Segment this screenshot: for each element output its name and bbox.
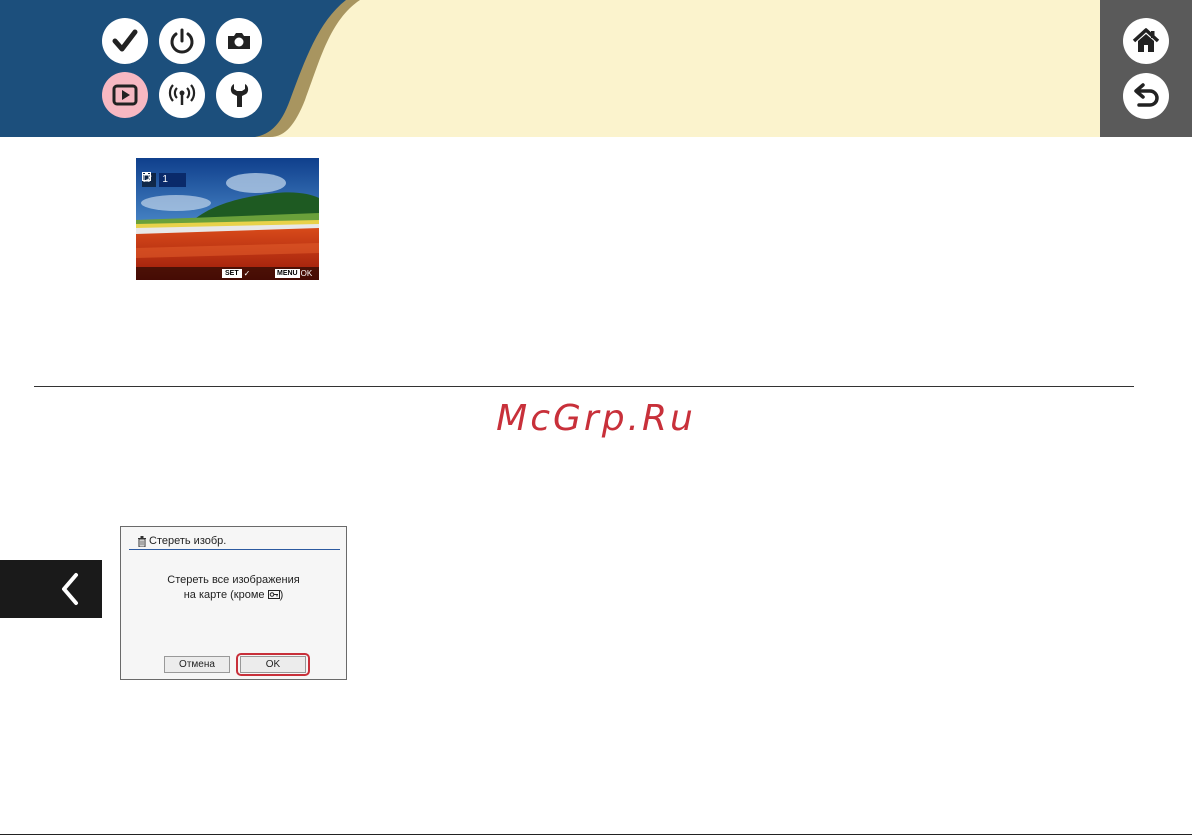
nav-checkmark-button[interactable] xyxy=(102,18,148,64)
menu-value-label: OK xyxy=(300,269,313,278)
dialog-message-line2: на карте (кроме xyxy=(183,589,265,601)
dialog-title-underline xyxy=(129,549,340,550)
image-frame-icon xyxy=(142,172,151,181)
dialog-message: Стереть все изображения на карте (кроме … xyxy=(121,573,346,603)
previous-page-button[interactable] xyxy=(0,560,102,618)
dialog-title: Стереть изобр. xyxy=(137,535,226,547)
erase-dialog-screen: Стереть изобр. Стереть все изображения н… xyxy=(120,526,347,680)
dialog-title-text: Стереть изобр. xyxy=(149,535,227,547)
home-icon xyxy=(1132,28,1160,52)
nav-wrench-button[interactable] xyxy=(216,72,262,118)
image-counter: 1 xyxy=(142,172,186,187)
power-icon xyxy=(170,28,194,54)
protect-key-icon xyxy=(267,590,280,599)
dialog-message-line1: Стереть все изображения xyxy=(167,574,300,586)
watermark: McGrp.Ru xyxy=(496,398,696,439)
nav-camera-button[interactable] xyxy=(216,18,262,64)
preview-menu-hint: MENU OK xyxy=(275,269,312,278)
chevron-left-icon xyxy=(62,573,78,605)
set-key-label: SET xyxy=(222,269,242,278)
menu-key-label: MENU xyxy=(275,269,300,278)
bottom-border xyxy=(0,834,1192,835)
wireless-icon xyxy=(168,84,196,105)
home-button[interactable] xyxy=(1123,18,1169,64)
cancel-button[interactable]: Отмена xyxy=(164,656,230,673)
checkmark-icon xyxy=(112,29,138,52)
camera-preview-screen: ✓ 1 SET ✓ MENU OK xyxy=(136,158,319,280)
check-mark-icon: ✓ xyxy=(243,269,251,278)
nav-playback-button[interactable] xyxy=(102,72,148,118)
return-button[interactable] xyxy=(1123,73,1169,119)
nav-power-button[interactable] xyxy=(159,18,205,64)
wrench-icon xyxy=(230,84,249,107)
ok-button[interactable]: OK xyxy=(240,656,306,673)
return-icon xyxy=(1134,83,1159,107)
preview-set-hint: SET ✓ xyxy=(222,269,250,278)
trash-icon xyxy=(138,535,146,547)
preview-top-bar: ✓ 1 xyxy=(142,172,186,187)
image-counter-value: 1 xyxy=(162,174,168,185)
header xyxy=(0,0,1192,137)
dialog-message-line2-end: ) xyxy=(279,589,284,601)
camera-icon xyxy=(228,33,250,49)
dialog-message-line2-row: на карте (кроме ) xyxy=(121,588,346,603)
playback-icon xyxy=(112,84,138,106)
nav-wireless-button[interactable] xyxy=(159,72,205,118)
section-divider xyxy=(34,386,1134,387)
